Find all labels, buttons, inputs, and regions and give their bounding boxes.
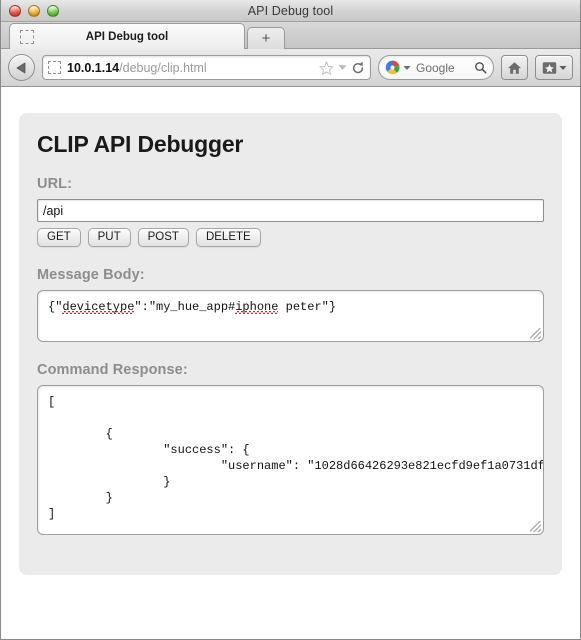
- window-controls: [9, 4, 59, 17]
- url-host: 10.0.1.14: [67, 60, 120, 75]
- command-response-wrapper: [37, 385, 544, 535]
- back-button[interactable]: [8, 54, 35, 81]
- tab-strip: API Debug tool +: [1, 22, 580, 49]
- zoom-button[interactable]: [47, 4, 59, 17]
- command-response-textarea[interactable]: [37, 385, 544, 535]
- star-icon[interactable]: [319, 60, 334, 75]
- url-label: URL:: [37, 176, 73, 192]
- new-tab-button[interactable]: +: [247, 27, 285, 49]
- window-title: API Debug tool: [247, 3, 334, 18]
- url-path: /debug/clip.html: [119, 60, 207, 75]
- google-logo-icon: [385, 60, 400, 75]
- put-button[interactable]: PUT: [87, 228, 131, 247]
- tab-label: API Debug tool: [85, 30, 169, 43]
- browser-window: API Debug tool API Debug tool + 10.0.1.1…: [0, 0, 581, 640]
- navigation-toolbar: 10.0.1.14/debug/clip.html Google: [1, 49, 580, 87]
- home-button[interactable]: [501, 55, 528, 80]
- http-verb-buttons: GET PUT POST DELETE: [37, 228, 544, 247]
- message-body-textarea[interactable]: [37, 290, 544, 342]
- search-icon[interactable]: [474, 61, 487, 74]
- chevron-down-icon[interactable]: [338, 64, 347, 71]
- minimize-button[interactable]: [28, 4, 40, 17]
- url-input[interactable]: [37, 199, 544, 222]
- broken-image-icon: [48, 61, 61, 74]
- chevron-down-icon: [558, 65, 567, 70]
- plus-icon: +: [261, 30, 271, 47]
- window-titlebar: API Debug tool: [1, 0, 580, 22]
- home-icon: [507, 61, 522, 74]
- get-button[interactable]: GET: [37, 228, 81, 247]
- search-engine-label: Google: [416, 60, 455, 75]
- bookmarks-star-icon: [542, 61, 556, 74]
- reload-icon[interactable]: [351, 61, 365, 75]
- debugger-card: CLIP API Debugger URL: GET PUT POST DELE…: [19, 113, 562, 575]
- page-content: CLIP API Debugger URL: GET PUT POST DELE…: [1, 87, 580, 636]
- url-bar-icons: [319, 60, 365, 75]
- tab-api-debug-tool[interactable]: API Debug tool: [9, 23, 245, 49]
- delete-button[interactable]: DELETE: [195, 228, 261, 247]
- search-bar[interactable]: Google: [378, 55, 494, 80]
- bookmarks-button[interactable]: [535, 55, 573, 80]
- url-text: 10.0.1.14/debug/clip.html: [67, 61, 313, 75]
- back-arrow-icon: [16, 62, 26, 73]
- close-button[interactable]: [9, 4, 21, 17]
- broken-image-icon: [20, 29, 34, 44]
- message-body-wrapper: {"devicetype":"my_hue_app#iphone peter"}: [37, 290, 544, 342]
- message-body-label: Message Body:: [37, 267, 145, 283]
- page-title: CLIP API Debugger: [37, 131, 244, 157]
- url-bar[interactable]: 10.0.1.14/debug/clip.html: [42, 55, 371, 80]
- post-button[interactable]: POST: [137, 228, 189, 247]
- command-response-label: Command Response:: [37, 362, 188, 378]
- chevron-down-icon[interactable]: [403, 65, 411, 71]
